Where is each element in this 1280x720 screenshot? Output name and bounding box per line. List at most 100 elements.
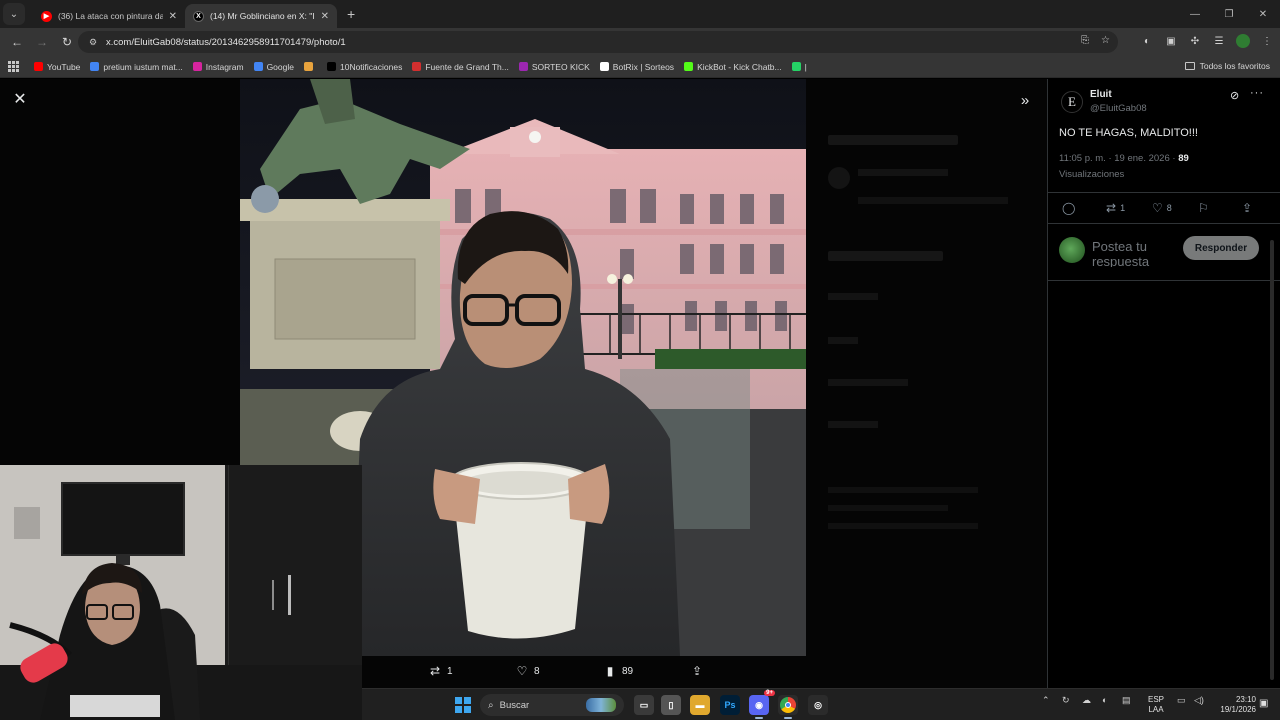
heart-icon: ♡ — [1152, 201, 1163, 215]
bookmark-button[interactable]: ⚐ — [1198, 201, 1209, 215]
bookmark-item[interactable]: KickBot - Kick Chatb... — [684, 62, 782, 72]
like-button[interactable]: ♡ 8 — [515, 664, 540, 678]
search-icon: ⌕ — [488, 699, 494, 711]
bookmark-item[interactable]: | — [791, 62, 807, 72]
scrollbar[interactable] — [1270, 240, 1274, 680]
site-info-icon[interactable]: ⚙ — [86, 35, 100, 49]
forward-button[interactable]: → — [31, 31, 53, 53]
share-button[interactable]: ⇪ — [1242, 201, 1252, 215]
photoshop-icon[interactable]: Ps — [720, 695, 740, 715]
reply-button[interactable]: ◯ — [1062, 201, 1075, 215]
bookmark-label: BotRix | Sorteos — [612, 61, 675, 72]
task-view-icon[interactable]: ▭ — [634, 695, 654, 715]
bookmark-label: pretium iustum mat... — [103, 61, 183, 72]
views-count: 89 — [1178, 153, 1189, 164]
tweet-text: NO TE HAGAS, MALDITO!!! — [1059, 127, 1198, 139]
notification-badge: 9+ — [764, 690, 775, 696]
retweet-icon: ⇄ — [429, 664, 441, 678]
tab-title: (14) Mr Goblinciano en X: "Inte — [210, 11, 315, 21]
bookmark-item[interactable]: Google — [253, 62, 294, 72]
reply-input[interactable]: Postea tu respuesta — [1092, 239, 1178, 267]
all-bookmarks[interactable]: Todos los favoritos — [1184, 61, 1270, 71]
address-bar[interactable]: ⚙ x.com/EluitGab08/status/20134629589117… — [78, 31, 1118, 53]
avatar[interactable]: E — [1061, 91, 1083, 113]
author-handle[interactable]: @EluitGab08 — [1090, 103, 1147, 114]
chevron-up-icon[interactable]: ⌃ — [1042, 695, 1050, 706]
bookmark-favicon-icon — [599, 62, 609, 71]
close-icon[interactable]: ✕ — [321, 11, 329, 22]
share-icon: ⇪ — [1242, 201, 1253, 215]
bookmark-item[interactable]: Fuente de Grand Th... — [412, 62, 509, 72]
discord-icon[interactable]: ◉ 9+ — [749, 690, 775, 719]
bookmark-label: KickBot - Kick Chatb... — [697, 61, 782, 72]
bookmark-item[interactable]: Instagram — [192, 62, 244, 72]
apps-grid-icon[interactable] — [8, 60, 20, 73]
taskbar-search[interactable]: ⌕ Buscar — [480, 694, 624, 716]
retweet-button[interactable]: ⇄ 1 — [428, 664, 453, 678]
background-page — [806, 79, 1047, 688]
bookmark-favicon-icon — [253, 62, 263, 71]
app-icon[interactable]: ◎ — [808, 695, 828, 715]
folder-icon — [1184, 62, 1195, 70]
timestamp-text[interactable]: 11:05 p. m. · 19 ene. 2026 · — [1059, 153, 1178, 164]
bookmark-star-icon[interactable]: ☆ — [1101, 35, 1110, 46]
new-tab-button[interactable]: + — [347, 6, 355, 22]
tray-app-icon[interactable]: ↻ — [1062, 695, 1070, 706]
profile-avatar[interactable] — [1236, 34, 1250, 48]
like-button[interactable]: ♡ 8 — [1152, 201, 1172, 215]
search-highlight-image — [586, 698, 616, 712]
language-indicator[interactable]: ESP LAA — [1148, 695, 1164, 715]
volume-icon[interactable]: ◁) — [1194, 695, 1204, 706]
tray-app-icon[interactable]: ▤ — [1122, 695, 1131, 706]
start-button[interactable] — [455, 697, 471, 713]
bookmark-icon: ⚐ — [1198, 201, 1209, 215]
app-icon[interactable]: ▯ — [661, 695, 681, 715]
restore-button[interactable]: ❐ — [1212, 0, 1246, 28]
bookmark-item[interactable]: 10Notificaciones — [326, 62, 402, 72]
bookmark-favicon-icon — [684, 62, 694, 71]
url-text[interactable]: x.com/EluitGab08/status/2013462958911701… — [106, 37, 346, 48]
tab-youtube[interactable]: ▶ (36) La ataca con pintura dañin ✕ — [33, 4, 185, 28]
tab-x[interactable]: X (14) Mr Goblinciano en X: "Inte ✕ — [185, 4, 337, 28]
bookmark-item[interactable]: YouTube — [34, 62, 80, 72]
file-explorer-icon[interactable]: ▬ — [690, 695, 710, 715]
close-icon[interactable]: ✕ — [12, 91, 28, 108]
media-control-icon[interactable]: ☰ — [1212, 34, 1226, 48]
reply-submit-button[interactable]: Responder — [1183, 236, 1259, 260]
tab-search-button[interactable]: ⌄ — [3, 3, 25, 25]
x-icon: X — [193, 10, 204, 22]
more-options-icon[interactable]: ··· — [1250, 87, 1264, 99]
view-count: 89 — [622, 665, 634, 677]
close-window-button[interactable]: ✕ — [1246, 0, 1280, 28]
tweet-panel: E Eluit @EluitGab08 ⊘ ··· NO TE HAGAS, M… — [1047, 79, 1280, 688]
extension-icon[interactable]: ▣ — [1164, 34, 1178, 48]
bookmark-favicon-icon — [518, 62, 528, 71]
grok-icon[interactable]: ⊘ — [1230, 89, 1239, 102]
menu-icon[interactable]: ⋮ — [1260, 34, 1274, 48]
tray-app-icon[interactable]: ◐ — [1102, 695, 1107, 705]
clock[interactable]: 23:10 19/1/2026 — [1216, 695, 1256, 715]
views-button[interactable]: ▮ 89 — [603, 664, 633, 678]
onedrive-icon[interactable]: ☁ — [1082, 695, 1091, 706]
share-button[interactable]: ⇪ — [690, 664, 704, 678]
retweet-button[interactable]: ⇄ 1 — [1106, 201, 1125, 215]
bookmark-item[interactable]: SORTEO KICK — [518, 62, 590, 72]
bookmark-item[interactable] — [303, 62, 317, 71]
extension-icon[interactable]: ◐ — [1140, 34, 1154, 48]
install-app-icon[interactable]: ⎘ — [1081, 35, 1089, 46]
back-button[interactable]: ← — [6, 31, 28, 53]
bookmark-item[interactable]: BotRix | Sorteos — [599, 61, 675, 72]
minimize-button[interactable]: — — [1178, 0, 1212, 28]
extensions-puzzle-icon[interactable]: ✣ — [1188, 34, 1202, 48]
close-icon[interactable]: ✕ — [169, 11, 177, 22]
network-icon[interactable]: ▭ — [1177, 695, 1186, 706]
bookmark-item[interactable]: pretium iustum mat... — [90, 61, 183, 72]
reload-button[interactable]: ↻ — [56, 31, 78, 53]
notification-icon[interactable]: ▣ — [1259, 698, 1268, 709]
author-name[interactable]: Eluit — [1090, 89, 1112, 100]
clock-date: 19/1/2026 — [1220, 705, 1256, 714]
chrome-icon[interactable] — [778, 695, 798, 719]
collapse-sidebar-icon[interactable]: » — [1016, 91, 1034, 109]
bookmarks-bar: YouTube pretium iustum mat... Instagram Goo… — [0, 56, 1280, 78]
bookmark-favicon-icon — [791, 62, 801, 71]
